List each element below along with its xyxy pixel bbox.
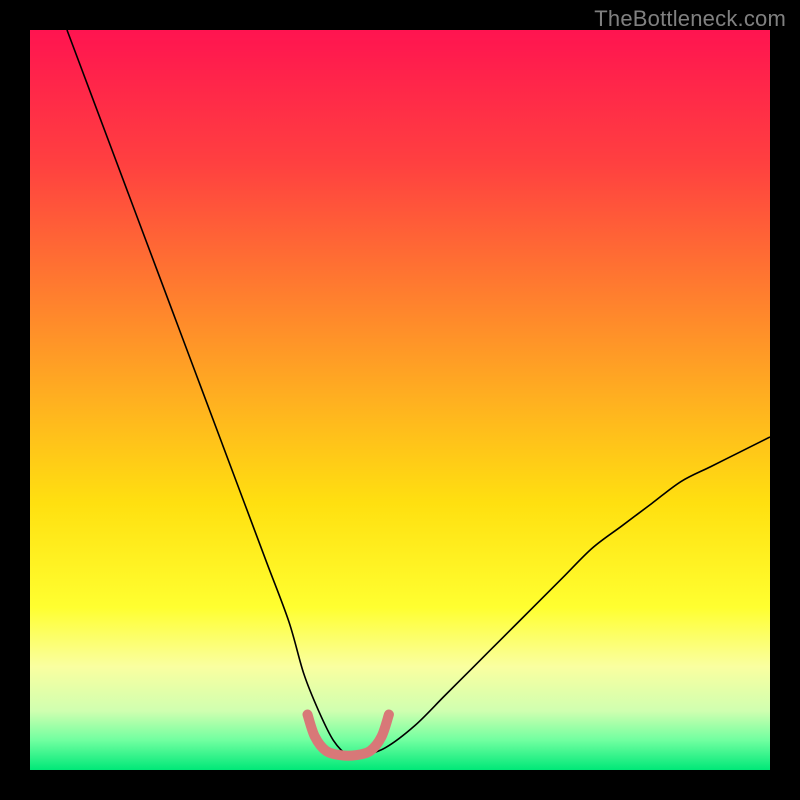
chart-background — [30, 30, 770, 770]
chart-canvas — [30, 30, 770, 770]
watermark-label: TheBottleneck.com — [594, 6, 786, 32]
